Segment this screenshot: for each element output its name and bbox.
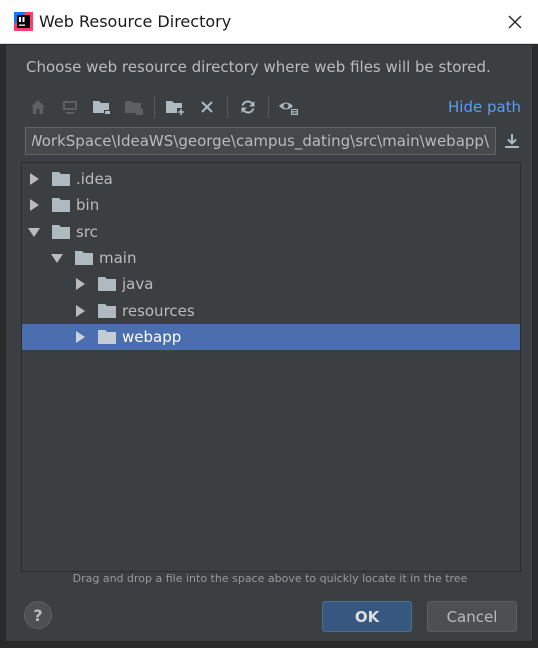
delete-icon — [201, 101, 213, 113]
folder-icon — [75, 250, 93, 265]
intellij-idea-icon — [14, 12, 33, 31]
show-hidden-icon — [279, 102, 299, 116]
home-button[interactable] — [26, 95, 50, 119]
toolbar-separator — [268, 96, 269, 118]
tree-item-label: main — [99, 248, 137, 267]
dialog-panel: Choose web resource directory where web … — [5, 44, 533, 642]
tree-item-label: src — [76, 222, 98, 241]
tree-item-label: java — [122, 275, 154, 294]
tree-item-java[interactable]: java — [22, 271, 520, 297]
desktop-button[interactable] — [58, 95, 82, 119]
tree-item-label: bin — [76, 196, 100, 215]
drag-drop-hint: Drag and drop a file into the space abov… — [72, 572, 468, 585]
tree-item-label: webapp — [122, 327, 182, 346]
tree-item-main[interactable]: main — [22, 245, 520, 271]
expand-arrow-icon[interactable] — [74, 278, 86, 291]
new-folder-button[interactable] — [163, 95, 187, 119]
show-hidden-button[interactable] — [277, 95, 301, 119]
new-folder-icon — [166, 101, 185, 116]
hide-path-link[interactable]: Hide path — [448, 95, 521, 119]
cancel-button[interactable]: Cancel — [427, 601, 517, 632]
collapse-arrow-icon[interactable] — [28, 226, 40, 238]
download-button[interactable] — [501, 129, 523, 153]
window-title-bar: Web Resource Directory — [0, 0, 538, 44]
tree-item-idea[interactable]: .idea — [22, 166, 520, 192]
delete-button[interactable] — [195, 95, 219, 119]
tree-item-webapp[interactable]: webapp — [22, 323, 520, 350]
folder-icon — [98, 277, 116, 292]
folder-icon — [52, 198, 70, 213]
tree-item-label: resources — [122, 301, 195, 320]
tree-item-label: .idea — [76, 170, 113, 188]
path-input[interactable] — [25, 127, 496, 155]
expand-arrow-icon[interactable] — [28, 199, 40, 212]
download-icon — [505, 134, 519, 148]
refresh-button[interactable] — [236, 95, 260, 119]
toolbar-separator — [154, 96, 155, 118]
folder-icon — [98, 329, 116, 344]
project-folder-button[interactable] — [90, 95, 114, 119]
project-folder-icon — [93, 101, 111, 115]
refresh-icon — [241, 100, 255, 114]
module-folder-icon — [125, 101, 143, 115]
dialog-description: Choose web resource directory where web … — [26, 58, 491, 76]
expand-arrow-icon[interactable] — [74, 304, 86, 317]
tree-item-src[interactable]: src — [22, 219, 520, 245]
desktop-icon — [63, 101, 77, 114]
close-icon — [508, 15, 522, 29]
folder-icon — [98, 303, 116, 318]
window-title: Web Resource Directory — [39, 12, 232, 31]
close-button[interactable] — [492, 0, 538, 44]
tree-item-resources[interactable]: resources — [22, 298, 520, 324]
expand-arrow-icon[interactable] — [74, 330, 86, 343]
tree-item-bin[interactable]: bin — [22, 192, 520, 218]
ok-button[interactable]: OK — [322, 601, 412, 632]
help-button[interactable]: ? — [24, 601, 52, 629]
toolbar-separator — [227, 96, 228, 118]
collapse-arrow-icon[interactable] — [51, 252, 63, 264]
folder-icon — [52, 172, 70, 186]
folder-icon — [52, 224, 70, 239]
home-icon — [31, 100, 45, 114]
expand-arrow-icon[interactable] — [28, 173, 40, 185]
directory-tree[interactable]: .idea bin src main java resources webapp — [21, 162, 521, 572]
module-folder-button[interactable] — [122, 95, 146, 119]
